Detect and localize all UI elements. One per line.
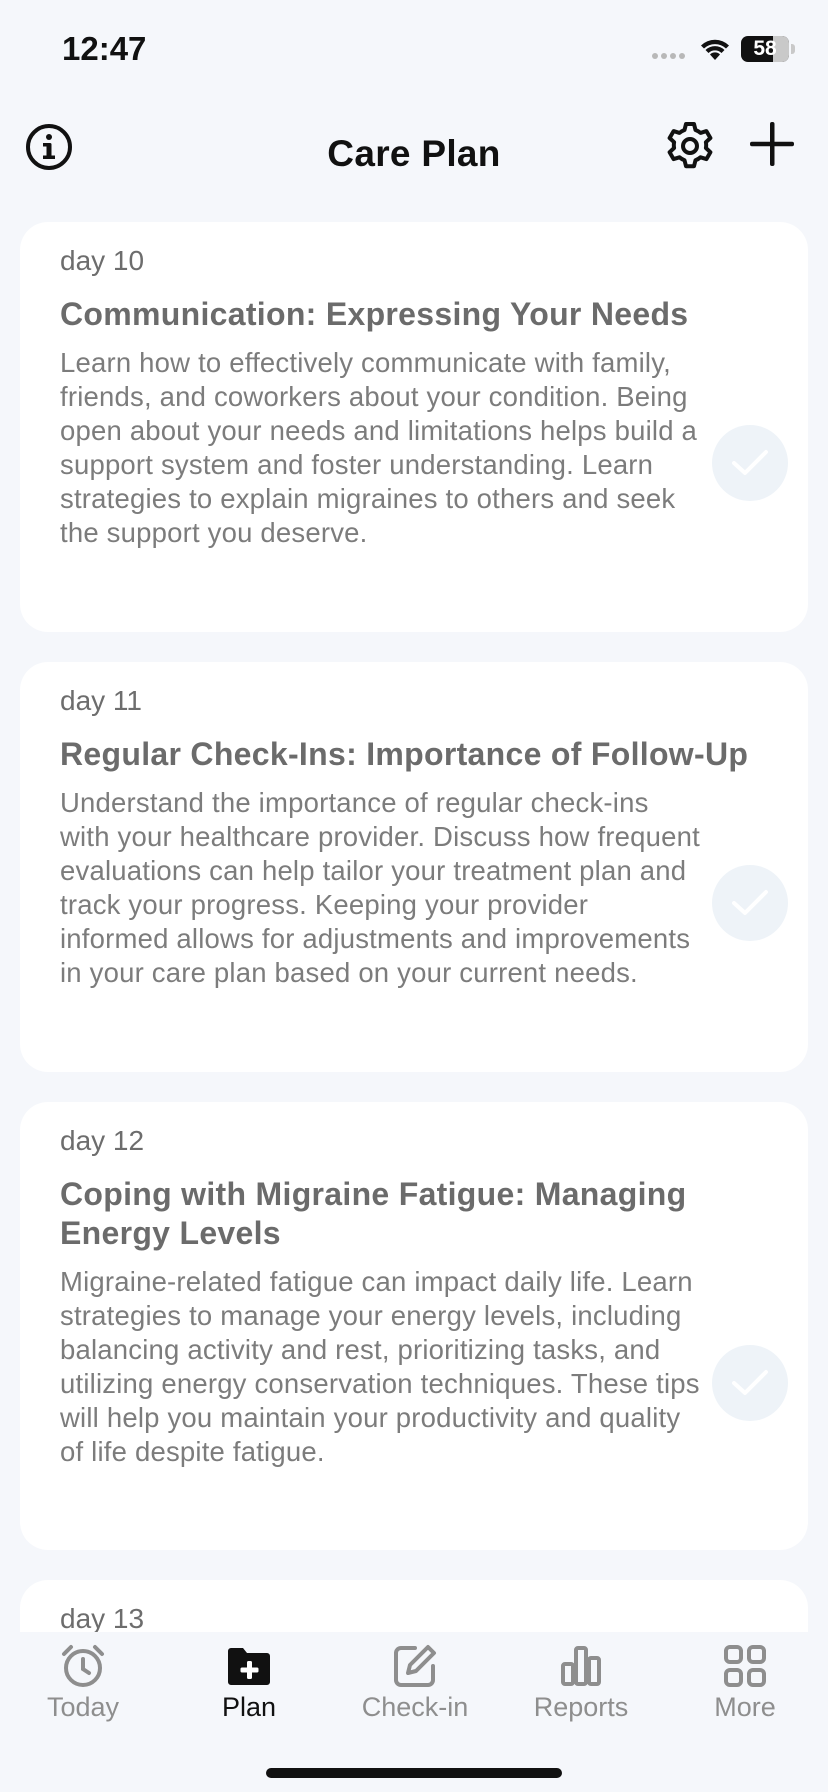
alarm-clock-icon (62, 1645, 104, 1687)
care-plan-list: day 10 Communication: Expressing Your Ne… (20, 222, 808, 1730)
card-description: Understand the importance of regular che… (60, 787, 700, 988)
folder-plus-icon (228, 1648, 270, 1685)
battery-icon: 58 (741, 36, 789, 62)
complete-checkmark-button[interactable] (712, 1345, 788, 1421)
tab-more[interactable]: More (662, 1642, 828, 1723)
card-day: day 11 (60, 685, 142, 716)
checkmark-icon (732, 450, 768, 475)
checkmark-icon (732, 890, 768, 915)
grid-icon (724, 1645, 766, 1687)
navigation-bar: Care Plan (0, 100, 828, 200)
add-icon[interactable] (746, 118, 798, 170)
card-day: day 10 (60, 245, 145, 276)
tab-label: Today (46, 1692, 120, 1722)
card-description: Learn how to effectively communicate wit… (60, 347, 698, 548)
tab-reports[interactable]: Reports (498, 1642, 664, 1723)
gear-icon[interactable] (664, 120, 716, 172)
checkmark-icon (732, 1370, 768, 1395)
cellular-signal-icon (652, 53, 685, 59)
tab-label: Plan (221, 1692, 277, 1722)
battery-cap (791, 44, 795, 54)
tab-today[interactable]: Today (0, 1642, 166, 1723)
tab-label: Reports (533, 1692, 629, 1722)
status-bar: 12:47 58 (0, 0, 828, 100)
tab-plan[interactable]: Plan (166, 1642, 332, 1723)
care-plan-card[interactable]: day 11 Regular Check-Ins: Importance of … (20, 662, 808, 1072)
bar-chart-icon (561, 1646, 601, 1686)
complete-checkmark-button[interactable] (712, 865, 788, 941)
home-indicator (266, 1768, 562, 1778)
card-title: Coping with Migraine Fatigue: Managing E… (60, 1176, 687, 1251)
card-title: Regular Check-Ins: Importance of Follow-… (60, 736, 749, 772)
care-plan-card[interactable]: day 12 Coping with Migraine Fatigue: Man… (20, 1102, 808, 1550)
tab-label: More (714, 1692, 776, 1722)
tab-check-in[interactable]: Check-in (332, 1642, 498, 1723)
card-day: day 12 (60, 1125, 145, 1156)
wifi-icon (701, 39, 729, 60)
battery-level: 58 (753, 37, 777, 60)
card-day: day 13 (60, 1603, 145, 1634)
tab-label: Check-in (361, 1692, 469, 1722)
care-plan-card[interactable]: day 10 Communication: Expressing Your Ne… (20, 222, 808, 632)
status-time: 12:47 (62, 30, 147, 67)
edit-square-icon (394, 1645, 436, 1687)
card-description: Migraine-related fatigue can impact dail… (60, 1266, 700, 1467)
card-title: Communication: Expressing Your Needs (60, 296, 689, 332)
complete-checkmark-button[interactable] (712, 425, 788, 501)
